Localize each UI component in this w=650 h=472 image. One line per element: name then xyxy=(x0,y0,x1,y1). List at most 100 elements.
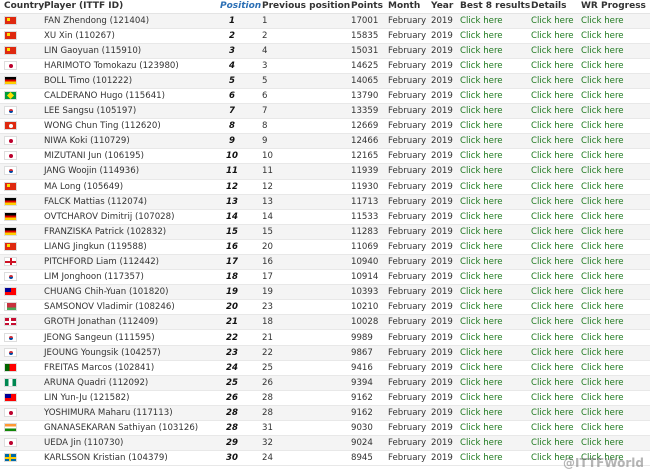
wr-progress-link[interactable]: Click here xyxy=(581,91,624,101)
details-link[interactable]: Click here xyxy=(531,378,574,388)
details-link[interactable]: Click here xyxy=(531,393,574,403)
wr-progress-link[interactable]: Click here xyxy=(581,182,624,192)
details-link[interactable]: Click here xyxy=(531,106,574,116)
col-header-wr-progress[interactable]: WR Progress xyxy=(577,0,650,14)
wr-progress-link[interactable]: Click here xyxy=(581,302,624,312)
best8-link[interactable]: Click here xyxy=(460,317,503,327)
best8-link[interactable]: Click here xyxy=(460,91,503,101)
col-header-details[interactable]: Details xyxy=(527,0,577,14)
details-link[interactable]: Click here xyxy=(531,423,574,433)
best8-link[interactable]: Click here xyxy=(460,212,503,222)
details-link[interactable]: Click here xyxy=(531,182,574,192)
wr-progress-link[interactable]: Click here xyxy=(581,242,624,252)
details-link[interactable]: Click here xyxy=(531,61,574,71)
wr-progress-link[interactable]: Click here xyxy=(581,227,624,237)
details-link[interactable]: Click here xyxy=(531,287,574,297)
wr-progress-link[interactable]: Click here xyxy=(581,393,624,403)
best8-link[interactable]: Click here xyxy=(460,106,503,116)
details-link[interactable]: Click here xyxy=(531,31,574,41)
wr-progress-link[interactable]: Click here xyxy=(581,333,624,343)
wr-progress-link[interactable]: Click here xyxy=(581,212,624,222)
best8-link[interactable]: Click here xyxy=(460,242,503,252)
details-link[interactable]: Click here xyxy=(531,348,574,358)
best8-link[interactable]: Click here xyxy=(460,393,503,403)
best8-link[interactable]: Click here xyxy=(460,166,503,176)
wr-progress-link[interactable]: Click here xyxy=(581,106,624,116)
details-link[interactable]: Click here xyxy=(531,227,574,237)
wr-progress-link[interactable]: Click here xyxy=(581,438,624,448)
details-link[interactable]: Click here xyxy=(531,46,574,56)
best8-link[interactable]: Click here xyxy=(460,438,503,448)
wr-progress-link[interactable]: Click here xyxy=(581,257,624,267)
best8-link[interactable]: Click here xyxy=(460,197,503,207)
details-link[interactable]: Click here xyxy=(531,257,574,267)
wr-progress-link[interactable]: Click here xyxy=(581,121,624,131)
best8-link[interactable]: Click here xyxy=(460,76,503,86)
details-link[interactable]: Click here xyxy=(531,166,574,176)
best8-link[interactable]: Click here xyxy=(460,182,503,192)
details-link[interactable]: Click here xyxy=(531,242,574,252)
col-header-country[interactable]: Country xyxy=(0,0,44,14)
details-link[interactable]: Click here xyxy=(531,317,574,327)
wr-progress-link[interactable]: Click here xyxy=(581,166,624,176)
best8-link[interactable]: Click here xyxy=(460,121,503,131)
details-link[interactable]: Click here xyxy=(531,136,574,146)
wr-progress-link[interactable]: Click here xyxy=(581,317,624,327)
best8-link[interactable]: Click here xyxy=(460,227,503,237)
best8-link[interactable]: Click here xyxy=(460,287,503,297)
wr-progress-link[interactable]: Click here xyxy=(581,151,624,161)
details-link[interactable]: Click here xyxy=(531,453,574,463)
wr-progress-link[interactable]: Click here xyxy=(581,61,624,71)
best8-link[interactable]: Click here xyxy=(460,257,503,267)
wr-progress-link[interactable]: Click here xyxy=(581,76,624,86)
best8-link[interactable]: Click here xyxy=(460,61,503,71)
best8-link[interactable]: Click here xyxy=(460,378,503,388)
wr-progress-link[interactable]: Click here xyxy=(581,16,624,26)
wr-progress-link[interactable]: Click here xyxy=(581,408,624,418)
col-header-year[interactable]: Year xyxy=(427,0,456,14)
wr-progress-link[interactable]: Click here xyxy=(581,453,624,463)
wr-progress-link[interactable]: Click here xyxy=(581,348,624,358)
col-header-position[interactable]: Position xyxy=(216,0,261,14)
best8-link[interactable]: Click here xyxy=(460,272,503,282)
best8-link[interactable]: Click here xyxy=(460,16,503,26)
details-link[interactable]: Click here xyxy=(531,76,574,86)
details-link[interactable]: Click here xyxy=(531,333,574,343)
details-link[interactable]: Click here xyxy=(531,212,574,222)
details-link[interactable]: Click here xyxy=(531,121,574,131)
best8-link[interactable]: Click here xyxy=(460,31,503,41)
details-link[interactable]: Click here xyxy=(531,197,574,207)
col-header-month[interactable]: Month xyxy=(384,0,427,14)
wr-progress-link[interactable]: Click here xyxy=(581,363,624,373)
best8-link[interactable]: Click here xyxy=(460,363,503,373)
details-link[interactable]: Click here xyxy=(531,91,574,101)
best8-link[interactable]: Click here xyxy=(460,453,503,463)
best8-link[interactable]: Click here xyxy=(460,333,503,343)
wr-progress-link[interactable]: Click here xyxy=(581,197,624,207)
col-header-points[interactable]: Points xyxy=(347,0,384,14)
wr-progress-link[interactable]: Click here xyxy=(581,46,624,56)
best8-link[interactable]: Click here xyxy=(460,348,503,358)
best8-link[interactable]: Click here xyxy=(460,151,503,161)
col-header-player[interactable]: Player (ITTF ID) xyxy=(40,0,216,14)
wr-progress-link[interactable]: Click here xyxy=(581,31,624,41)
details-link[interactable]: Click here xyxy=(531,438,574,448)
details-link[interactable]: Click here xyxy=(531,272,574,282)
wr-progress-link[interactable]: Click here xyxy=(581,423,624,433)
details-link[interactable]: Click here xyxy=(531,363,574,373)
details-link[interactable]: Click here xyxy=(531,408,574,418)
col-header-previous-position[interactable]: Previous position xyxy=(258,0,350,14)
details-link[interactable]: Click here xyxy=(531,16,574,26)
best8-link[interactable]: Click here xyxy=(460,408,503,418)
best8-link[interactable]: Click here xyxy=(460,423,503,433)
best8-link[interactable]: Click here xyxy=(460,302,503,312)
details-link[interactable]: Click here xyxy=(531,302,574,312)
best8-link[interactable]: Click here xyxy=(460,46,503,56)
wr-progress-link[interactable]: Click here xyxy=(581,287,624,297)
col-header-best8[interactable]: Best 8 results xyxy=(456,0,530,14)
wr-progress-link[interactable]: Click here xyxy=(581,136,624,146)
details-link[interactable]: Click here xyxy=(531,151,574,161)
wr-progress-link[interactable]: Click here xyxy=(581,272,624,282)
best8-link[interactable]: Click here xyxy=(460,136,503,146)
wr-progress-link[interactable]: Click here xyxy=(581,378,624,388)
